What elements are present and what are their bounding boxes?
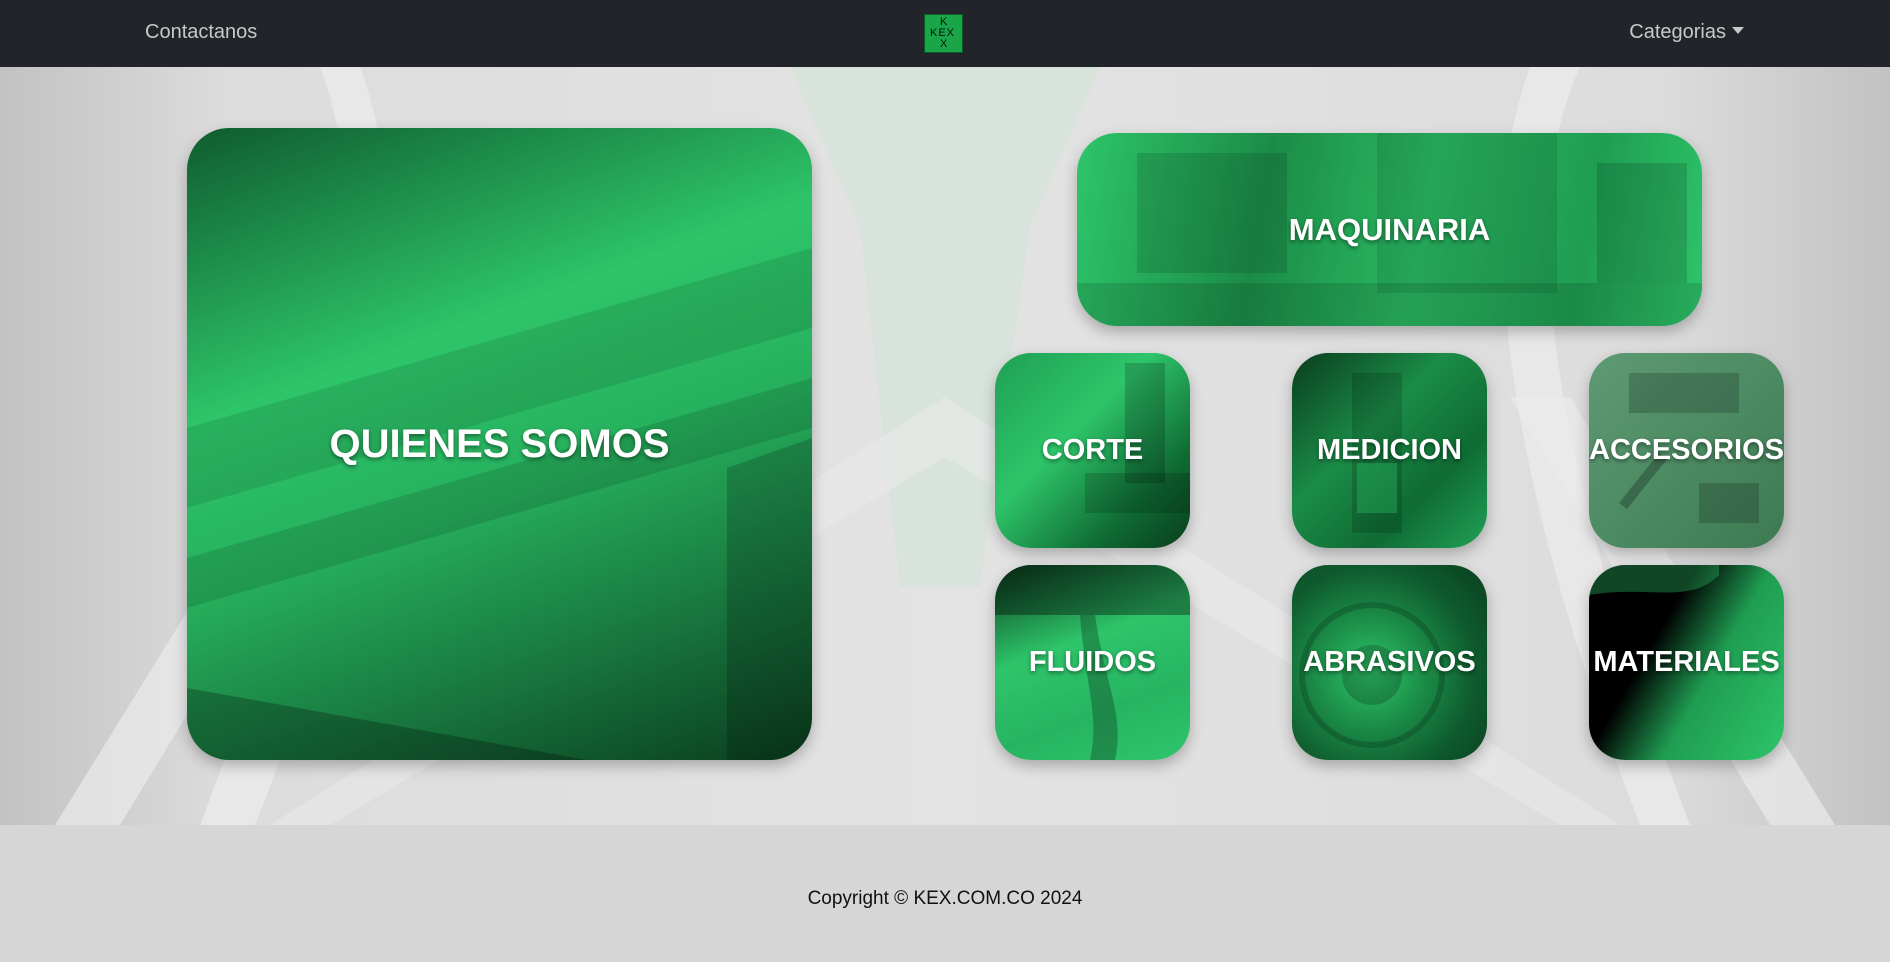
card-accesorios[interactable]: ACCESORIOS bbox=[1589, 353, 1784, 548]
nav-contact-link[interactable]: Contactanos bbox=[145, 21, 257, 44]
card-label-medicion: MEDICION bbox=[1317, 434, 1462, 466]
card-maquinaria[interactable]: MAQUINARIA bbox=[1077, 133, 1702, 326]
card-label-fluidos: FLUIDOS bbox=[1028, 646, 1157, 678]
card-corte[interactable]: CORTE bbox=[995, 353, 1190, 548]
copyright-text: Copyright © KEX.COM.CO 2024 bbox=[807, 888, 1083, 909]
categories-label: Categorias bbox=[1629, 21, 1726, 43]
kex-logo[interactable]: K KEX X bbox=[924, 14, 963, 53]
hero-section: QUIENES SOMOS MAQUINARIA CORTE MEDICION bbox=[0, 67, 1890, 825]
categories-dropdown[interactable]: Categorias bbox=[1629, 21, 1744, 44]
card-label-abrasivos: ABRASIVOS bbox=[1303, 646, 1476, 678]
card-quienes-somos[interactable]: QUIENES SOMOS bbox=[187, 128, 812, 760]
card-label-materiales: MATERIALES bbox=[1593, 646, 1780, 678]
card-fluidos[interactable]: FLUIDOS bbox=[995, 565, 1190, 760]
logo-letter-bottom: X bbox=[940, 38, 948, 50]
card-label-maquinaria: MAQUINARIA bbox=[1288, 211, 1491, 247]
card-label-accesorios: ACCESORIOS bbox=[1589, 434, 1784, 466]
caret-down-icon bbox=[1732, 27, 1744, 34]
card-label-corte: CORTE bbox=[1041, 434, 1144, 466]
card-abrasivos[interactable]: ABRASIVOS bbox=[1292, 565, 1487, 760]
top-navbar: Contactanos K KEX X Categorias bbox=[0, 0, 1890, 67]
card-materiales[interactable]: MATERIALES bbox=[1589, 565, 1784, 760]
card-medicion[interactable]: MEDICION bbox=[1292, 353, 1487, 548]
card-label-quienes-somos: QUIENES SOMOS bbox=[329, 421, 670, 466]
page-footer: Copyright © KEX.COM.CO 2024 bbox=[0, 825, 1890, 962]
